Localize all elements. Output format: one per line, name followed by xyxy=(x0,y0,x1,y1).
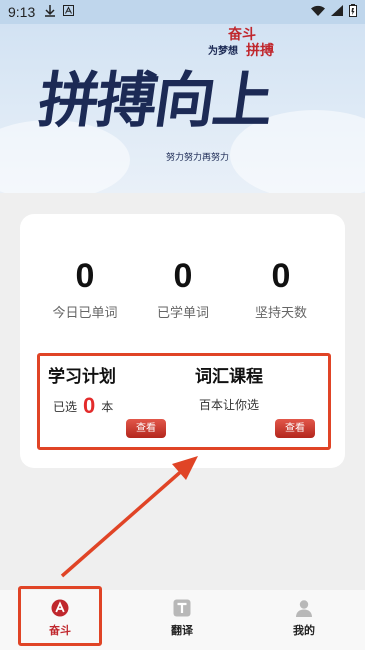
vocab-course-desc: 百本让你选 xyxy=(195,396,263,413)
stat-learned-words: 0 已学单词 xyxy=(129,256,237,321)
nav-label: 我的 xyxy=(293,624,315,637)
stats-card: 0 今日已单词 0 已学单词 0 坚持天数 学习计划 已选 0 本 查看 词汇课… xyxy=(20,214,345,468)
stat-label: 今日已单词 xyxy=(52,306,118,321)
vocab-course-desc-text: 百本让你选 xyxy=(199,398,260,412)
nav-highlight-box xyxy=(18,586,102,646)
app-icon xyxy=(63,5,75,19)
stat-label: 已学单词 xyxy=(156,306,209,321)
status-time: 9:13 xyxy=(8,4,36,20)
study-plan-count: 0 xyxy=(83,393,96,418)
user-icon xyxy=(294,598,314,618)
signal-icon xyxy=(331,4,343,20)
vocab-course-section[interactable]: 词汇课程 百本让你选 xyxy=(195,362,263,413)
study-plan-suffix: 本 xyxy=(101,399,114,414)
stat-streak-days: 0 坚持天数 xyxy=(227,256,335,321)
plan-course-highlight: 学习计划 已选 0 本 查看 词汇课程 百本让你选 查看 xyxy=(37,353,331,450)
study-plan-desc: 已选 0 本 xyxy=(48,393,116,418)
nav-item-mine[interactable]: 我的 xyxy=(264,598,344,638)
status-right xyxy=(311,3,357,21)
banner: 奋斗 为梦想 拼搏 拼搏向上 努力努力再努力 xyxy=(0,0,365,193)
stat-value: 0 xyxy=(173,257,193,295)
stat-value: 0 xyxy=(75,257,95,295)
wifi-icon xyxy=(311,5,325,20)
translate-icon xyxy=(172,598,192,618)
stat-label: 坚持天数 xyxy=(254,306,307,321)
study-plan-title: 学习计划 xyxy=(48,367,116,387)
study-plan-view-button[interactable]: 查看 xyxy=(126,419,166,438)
vocab-course-title: 词汇课程 xyxy=(195,367,263,387)
vocab-course-view-button[interactable]: 查看 xyxy=(275,419,315,438)
stat-value: 0 xyxy=(271,257,291,295)
battery-icon xyxy=(349,3,357,21)
banner-title: 拼搏向上 xyxy=(34,66,277,136)
nav-item-translate[interactable]: 翻译 xyxy=(142,598,222,638)
nav-label: 翻译 xyxy=(171,624,193,637)
study-plan-section[interactable]: 学习计划 已选 0 本 xyxy=(48,362,116,418)
study-plan-prefix: 已选 xyxy=(53,399,78,414)
download-icon xyxy=(45,4,56,20)
stat-today-words: 0 今日已单词 xyxy=(31,256,139,321)
banner-caption: 努力努力再努力 xyxy=(166,153,230,163)
status-bar: 9:13 xyxy=(0,0,365,24)
